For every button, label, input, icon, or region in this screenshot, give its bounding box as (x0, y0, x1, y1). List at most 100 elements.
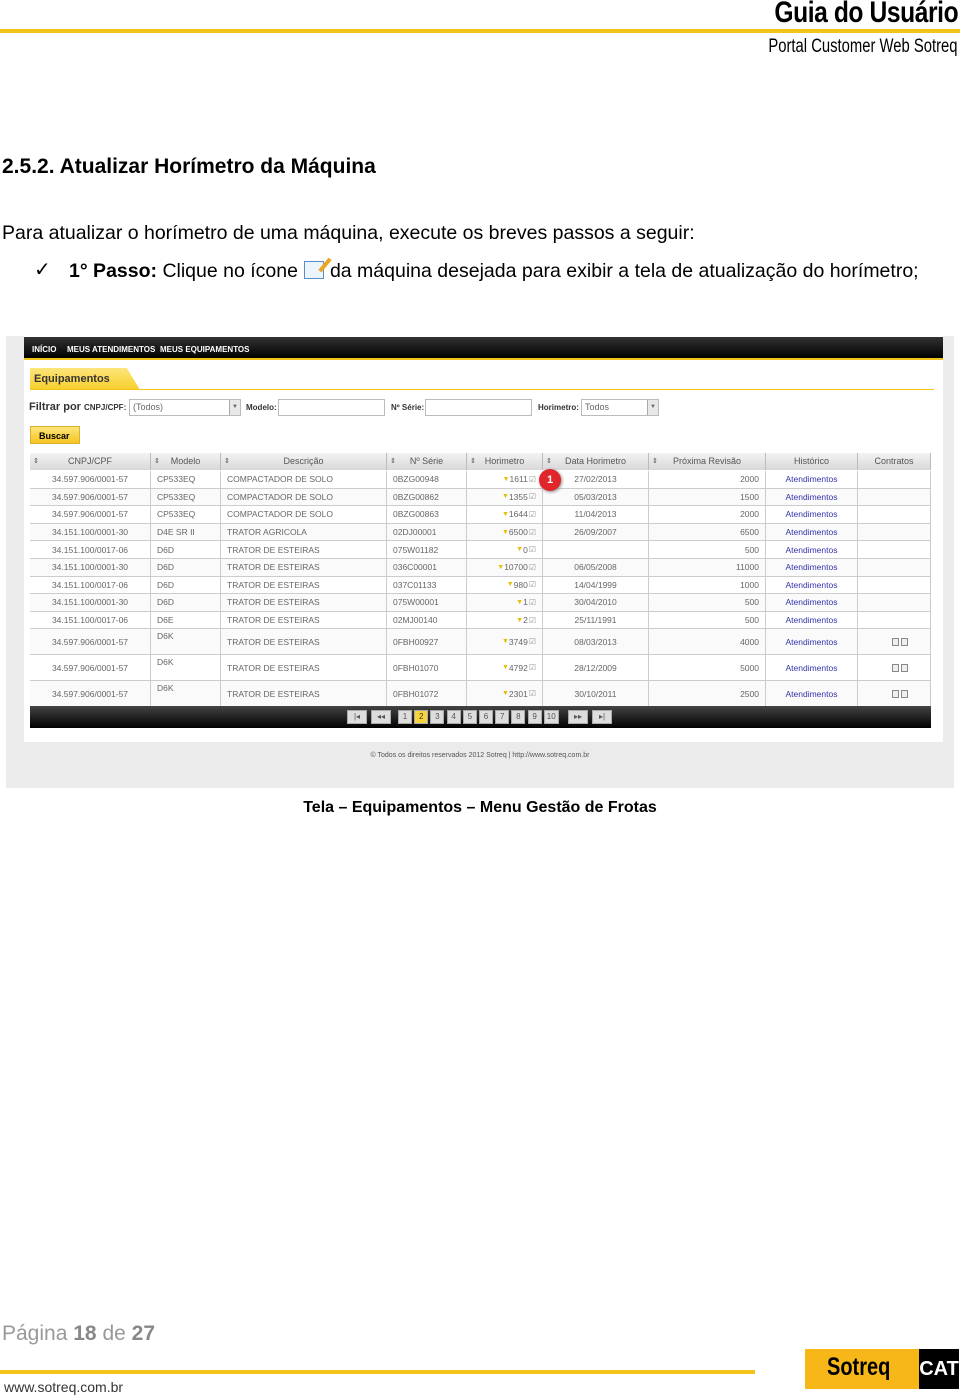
page-button[interactable]: 10 (543, 710, 559, 724)
next-page-button[interactable]: ▸▸ (568, 710, 588, 724)
document-icon[interactable] (892, 637, 899, 646)
document-icon[interactable] (892, 663, 899, 672)
serie-label: Nº Série: (391, 403, 425, 412)
cell-text: 34.597.906/0001-57 (51, 491, 129, 502)
cell-text: 037C01133 (393, 579, 437, 590)
cell-text: 05/03/2013 (574, 491, 617, 502)
atendimentos-link[interactable]: Atendimentos (786, 545, 838, 555)
prev-page-button[interactable]: ◂◂ (371, 710, 391, 724)
table-cell: TRATOR DE ESTEIRAS (221, 541, 387, 558)
cnpj-select[interactable]: (Todos) ▼ (129, 399, 241, 416)
cell-text: 11/04/2013 (574, 509, 617, 520)
page-button[interactable]: 9 (527, 710, 542, 724)
cell-text: COMPACTADOR DE SOLO (227, 474, 333, 485)
cell-text: 27/02/2013 (574, 474, 617, 485)
equipamentos-tab[interactable]: Equipamentos (30, 368, 140, 390)
horimetro-value: 3749 (508, 636, 528, 647)
table-cell: 11000 (649, 559, 766, 576)
table-cell: 14/04/1999 (543, 576, 649, 594)
table-cell: 02MJ00140 (387, 611, 467, 629)
last-page-button[interactable]: ▸| (592, 710, 612, 724)
horimetro-value: 2 (523, 615, 528, 626)
edit-horimetro-icon[interactable]: ☑ (529, 598, 536, 607)
table-row: 34.597.906/0001-57 CP533EQ COMPACTADOR DE … (30, 471, 931, 489)
edit-horimetro-icon[interactable]: ☑ (529, 663, 536, 672)
column-header[interactable]: ⇕ Horimetro (467, 453, 543, 470)
edit-horimetro-icon[interactable]: ☑ (529, 689, 536, 698)
page-button[interactable]: 2 (414, 710, 429, 724)
column-header[interactable]: ⇕ Nº Série (387, 453, 467, 470)
atendimentos-link[interactable]: Atendimentos (786, 615, 838, 625)
page-button[interactable]: 1 (398, 710, 412, 724)
guide-subtitle: Portal Customer Web Sotreq (768, 36, 958, 57)
edit-icon (303, 261, 324, 279)
cell-text: 14/04/1999 (574, 579, 617, 590)
cell-text: TRATOR DE ESTEIRAS (227, 544, 320, 555)
table-row: 34.151.100/0001-30 D6D TRATOR DE ESTEIRAS 0… (30, 594, 931, 612)
column-header[interactable]: ⇕ Descrição (221, 453, 387, 470)
cell-text: 036C00001 (393, 562, 437, 573)
edit-horimetro-icon[interactable]: ☑ (529, 563, 536, 572)
cell-text: 02MJ00140 (393, 615, 438, 626)
first-page-button[interactable]: |◂ (347, 710, 367, 724)
nav-meus-equipamentos[interactable]: MEUS EQUIPAMENTOS (160, 345, 250, 354)
sort-icon: ⇕ (546, 458, 552, 465)
flag-icon: ▼ (501, 510, 509, 518)
table-cell: 4000 (649, 629, 766, 655)
chevron-down-icon: ▼ (647, 400, 658, 415)
column-header[interactable]: ⇕ Modelo (151, 453, 221, 470)
horimetro-select[interactable]: Todos ▼ (581, 399, 659, 416)
table-cell: D6E (151, 611, 221, 629)
document-icon[interactable] (901, 689, 908, 698)
atendimentos-link[interactable]: Atendimentos (786, 527, 838, 537)
sotreq-cat-logo: Sotreq CAT (805, 1349, 959, 1389)
atendimentos-link[interactable]: Atendimentos (786, 637, 838, 647)
nav-inicio[interactable]: INÍCIO (32, 345, 56, 354)
step-badge: 1 (539, 469, 561, 491)
column-header[interactable]: ⇕ CNPJ/CPF (30, 453, 151, 470)
document-icon[interactable] (901, 663, 908, 672)
atendimentos-link[interactable]: Atendimentos (786, 663, 838, 673)
page-button[interactable]: 6 (479, 710, 493, 724)
atendimentos-link[interactable]: Atendimentos (786, 492, 838, 502)
atendimentos-link[interactable]: Atendimentos (786, 597, 838, 607)
page-button[interactable]: 5 (462, 710, 477, 724)
atendimentos-link[interactable]: Atendimentos (786, 689, 838, 699)
page-button[interactable]: 4 (446, 710, 461, 724)
atendimentos-link[interactable]: Atendimentos (786, 580, 838, 590)
cell-text: 2000 (740, 474, 759, 485)
table-cell: Atendimentos (766, 559, 858, 576)
edit-horimetro-icon[interactable]: ☑ (529, 637, 536, 646)
nav-meus-atendimentos[interactable]: MEUS ATENDIMENTOS (67, 345, 155, 354)
serie-input[interactable] (425, 399, 532, 416)
atendimentos-link[interactable]: Atendimentos (786, 474, 838, 484)
edit-horimetro-icon[interactable]: ☑ (529, 510, 536, 519)
buscar-button[interactable]: Buscar (30, 426, 80, 444)
atendimentos-link[interactable]: Atendimentos (786, 509, 838, 519)
edit-horimetro-icon[interactable]: ☑ (529, 580, 536, 589)
column-header[interactable]: ⇕ Próxima Revisão (649, 453, 766, 470)
table-cell: Atendimentos (766, 681, 858, 707)
atendimentos-link[interactable]: Atendimentos (786, 562, 838, 572)
table-row: 34.151.100/0017-06 D6D TRATOR DE ESTEIRAS 0… (30, 541, 931, 559)
page-button[interactable]: 7 (495, 710, 510, 724)
page-button[interactable]: 3 (430, 710, 445, 724)
page-button[interactable]: 8 (511, 710, 526, 724)
document-icon[interactable] (892, 689, 899, 698)
document-icon[interactable] (901, 637, 908, 646)
column-header[interactable]: ⇕ Data Horimetro (543, 453, 649, 470)
modelo-input[interactable] (278, 399, 385, 416)
table-row: 34.151.100/0017-06 D6D TRATOR DE ESTEIRAS 0… (30, 576, 931, 595)
table-cell: 037C01133 (387, 576, 467, 594)
table-cell (858, 611, 931, 629)
edit-horimetro-icon[interactable]: ☑ (529, 475, 536, 484)
flag-icon: ▼ (501, 664, 509, 672)
edit-horimetro-icon[interactable]: ☑ (529, 492, 536, 501)
cell-text: TRATOR DE ESTEIRAS (227, 688, 320, 699)
edit-horimetro-icon[interactable]: ☑ (529, 528, 536, 537)
table-cell: 34.597.906/0001-57 (30, 488, 151, 506)
edit-horimetro-icon[interactable]: ☑ (529, 545, 536, 554)
table-cell: D6K (151, 655, 221, 681)
cat-logo: CAT (919, 1349, 959, 1389)
edit-horimetro-icon[interactable]: ☑ (529, 616, 536, 625)
